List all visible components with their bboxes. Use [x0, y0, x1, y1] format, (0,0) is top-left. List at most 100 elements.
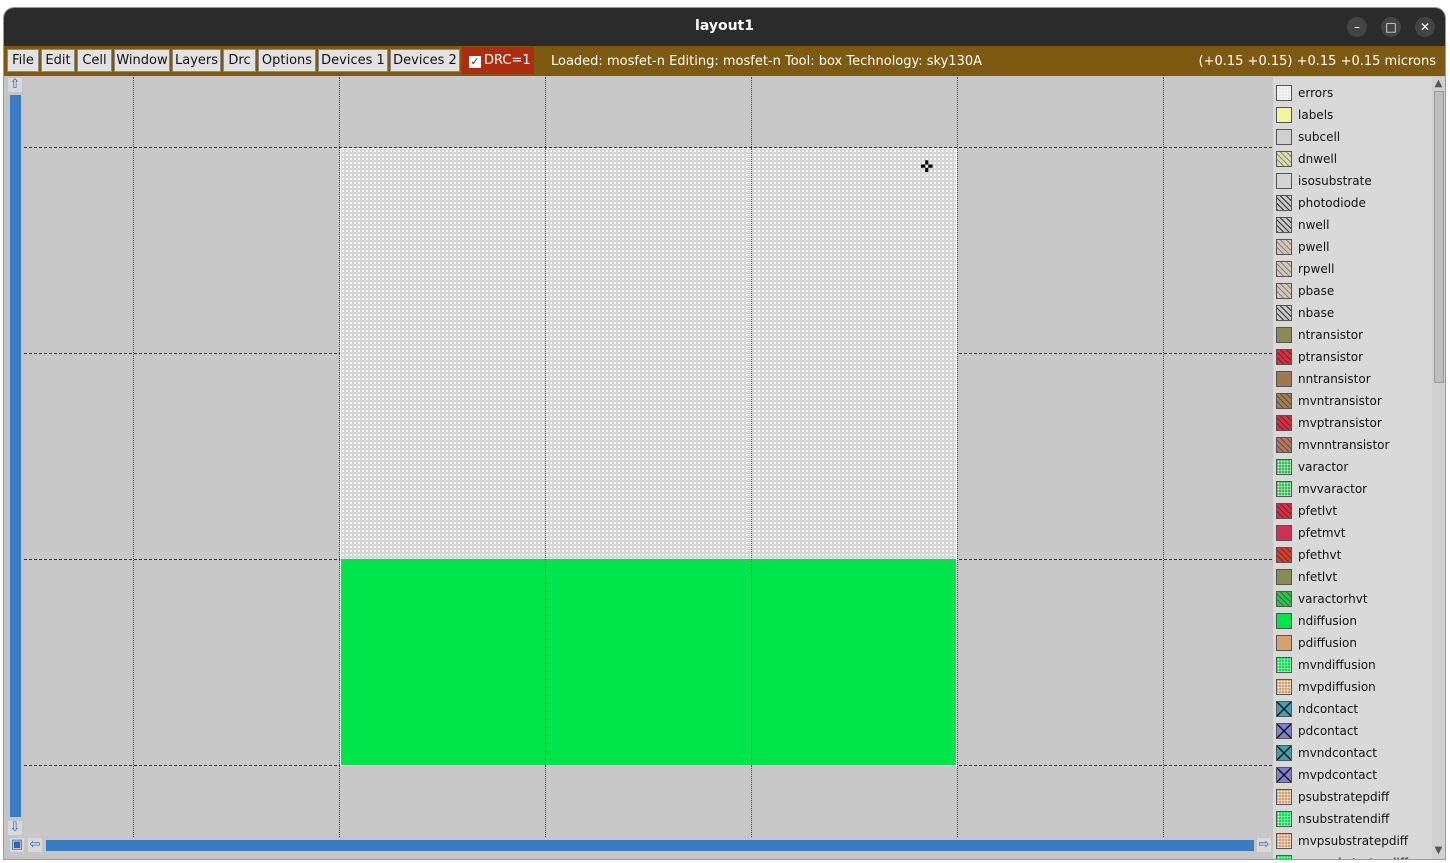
- layer-row[interactable]: ntransistor: [1273, 325, 1432, 347]
- layer-row[interactable]: pwell: [1273, 237, 1432, 259]
- layer-swatch-icon[interactable]: [1276, 613, 1292, 629]
- layer-row[interactable]: pfetmvt: [1273, 523, 1432, 545]
- zoom-box-icon[interactable]: ▣: [10, 838, 24, 852]
- layer-swatch-icon[interactable]: [1276, 547, 1292, 563]
- layer-swatch-icon[interactable]: [1276, 283, 1292, 299]
- layer-swatch-icon[interactable]: [1276, 789, 1292, 805]
- layer-row[interactable]: mvndcontact: [1273, 743, 1432, 765]
- layer-row[interactable]: ptransistor: [1273, 347, 1432, 369]
- layer-row[interactable]: nsubstratendiff: [1273, 809, 1432, 831]
- menu-drc[interactable]: Drc: [223, 49, 256, 72]
- layer-row[interactable]: psubstratepdiff: [1273, 787, 1432, 809]
- layer-swatch-icon[interactable]: [1276, 657, 1292, 673]
- layer-row[interactable]: mvpsubstratepdiff: [1273, 831, 1432, 853]
- layer-row[interactable]: ndcontact: [1273, 699, 1432, 721]
- layer-swatch-icon[interactable]: [1276, 239, 1292, 255]
- layer-row[interactable]: ndiffusion: [1273, 611, 1432, 633]
- layer-row[interactable]: mvvaractor: [1273, 479, 1432, 501]
- layer-swatch-icon[interactable]: [1276, 723, 1292, 739]
- menu-window[interactable]: Window: [114, 49, 170, 72]
- menu-devices-1[interactable]: Devices 1: [318, 49, 388, 72]
- layer-row[interactable]: dnwell: [1273, 149, 1432, 171]
- layer-row[interactable]: mvndiffusion: [1273, 655, 1432, 677]
- layer-swatch-icon[interactable]: [1276, 349, 1292, 365]
- layer-swatch-icon[interactable]: [1276, 503, 1292, 519]
- scroll-up-icon[interactable]: ⇧: [8, 78, 22, 92]
- layer-swatch-icon[interactable]: [1276, 481, 1292, 497]
- layer-swatch-icon[interactable]: [1276, 393, 1292, 409]
- layer-swatch-icon[interactable]: [1276, 767, 1292, 783]
- layer-row[interactable]: mvptransistor: [1273, 413, 1432, 435]
- title-bar[interactable]: layout1 – □ ✕: [4, 8, 1445, 46]
- layer-row[interactable]: labels: [1273, 105, 1432, 127]
- layer-row[interactable]: subcell: [1273, 127, 1432, 149]
- layer-swatch-icon[interactable]: [1276, 459, 1292, 475]
- layer-swatch-icon[interactable]: [1276, 217, 1292, 233]
- layer-row[interactable]: mvnsubstratendiff: [1273, 853, 1432, 859]
- palette-scroll-down-icon[interactable]: ▼: [1433, 845, 1444, 856]
- layer-swatch-icon[interactable]: [1276, 569, 1292, 585]
- ndiffusion-rectangle[interactable]: [340, 559, 957, 766]
- layer-swatch-icon[interactable]: [1276, 855, 1292, 859]
- layer-row[interactable]: pdcontact: [1273, 721, 1432, 743]
- scroll-right-icon[interactable]: ⇨: [1257, 838, 1271, 852]
- palette-scroll-up-icon[interactable]: ▲: [1433, 78, 1444, 89]
- layer-row[interactable]: nntransistor: [1273, 369, 1432, 391]
- minimize-icon[interactable]: –: [1347, 17, 1367, 37]
- palette-scroll-thumb[interactable]: [1434, 91, 1444, 383]
- layer-row[interactable]: mvpdiffusion: [1273, 677, 1432, 699]
- horizontal-scroll-track[interactable]: [46, 840, 1254, 851]
- layer-row[interactable]: errors: [1273, 83, 1432, 105]
- menu-file[interactable]: File: [7, 49, 39, 72]
- layer-swatch-icon[interactable]: [1276, 437, 1292, 453]
- close-icon[interactable]: ✕: [1415, 17, 1435, 37]
- layer-swatch-icon[interactable]: [1276, 415, 1292, 431]
- layer-swatch-icon[interactable]: [1276, 261, 1292, 277]
- menu-options[interactable]: Options: [258, 49, 316, 72]
- layer-row[interactable]: varactorhvt: [1273, 589, 1432, 611]
- layer-swatch-icon[interactable]: [1276, 635, 1292, 651]
- layer-swatch-icon[interactable]: [1276, 679, 1292, 695]
- layer-swatch-icon[interactable]: [1276, 173, 1292, 189]
- layer-row[interactable]: pfethvt: [1273, 545, 1432, 567]
- layer-swatch-icon[interactable]: [1276, 745, 1292, 761]
- drc-checkbox-icon[interactable]: ✓: [469, 56, 481, 68]
- layer-swatch-icon[interactable]: [1276, 129, 1292, 145]
- layer-swatch-icon[interactable]: [1276, 525, 1292, 541]
- menu-edit[interactable]: Edit: [41, 49, 75, 72]
- layer-row[interactable]: pfetlvt: [1273, 501, 1432, 523]
- vertical-scroll-track[interactable]: [10, 95, 21, 817]
- layer-swatch-icon[interactable]: [1276, 151, 1292, 167]
- drc-toggle[interactable]: ✓ DRC=1: [462, 47, 534, 74]
- layer-row[interactable]: varactor: [1273, 457, 1432, 479]
- layer-row[interactable]: nbase: [1273, 303, 1432, 325]
- menu-devices-2[interactable]: Devices 2: [390, 49, 460, 72]
- layer-row[interactable]: mvpdcontact: [1273, 765, 1432, 787]
- scroll-down-icon[interactable]: ⇩: [8, 821, 22, 835]
- selection-box-region[interactable]: [340, 148, 957, 559]
- layout-canvas[interactable]: ✜: [24, 77, 1272, 837]
- horizontal-scrollbar[interactable]: ▣ ⇦ ⇨: [8, 837, 1272, 853]
- menu-cell[interactable]: Cell: [77, 49, 112, 72]
- menu-layers[interactable]: Layers: [172, 49, 221, 72]
- layer-swatch-icon[interactable]: [1276, 195, 1292, 211]
- layer-row[interactable]: nfetlvt: [1273, 567, 1432, 589]
- layer-row[interactable]: isosubstrate: [1273, 171, 1432, 193]
- layer-swatch-icon[interactable]: [1276, 833, 1292, 849]
- layer-row[interactable]: rpwell: [1273, 259, 1432, 281]
- layer-palette-scrollbar[interactable]: ▲ ▼: [1432, 77, 1445, 859]
- layer-swatch-icon[interactable]: [1276, 85, 1292, 101]
- layer-swatch-icon[interactable]: [1276, 701, 1292, 717]
- vertical-scrollbar[interactable]: ⇧ ⇩: [8, 77, 23, 837]
- scroll-left-icon[interactable]: ⇦: [28, 838, 42, 852]
- layer-swatch-icon[interactable]: [1276, 811, 1292, 827]
- layer-row[interactable]: pdiffusion: [1273, 633, 1432, 655]
- layer-swatch-icon[interactable]: [1276, 327, 1292, 343]
- layer-swatch-icon[interactable]: [1276, 371, 1292, 387]
- layer-row[interactable]: photodiode: [1273, 193, 1432, 215]
- layer-row[interactable]: pbase: [1273, 281, 1432, 303]
- layer-swatch-icon[interactable]: [1276, 591, 1292, 607]
- layer-row[interactable]: nwell: [1273, 215, 1432, 237]
- layer-row[interactable]: mvntransistor: [1273, 391, 1432, 413]
- layer-row[interactable]: mvnntransistor: [1273, 435, 1432, 457]
